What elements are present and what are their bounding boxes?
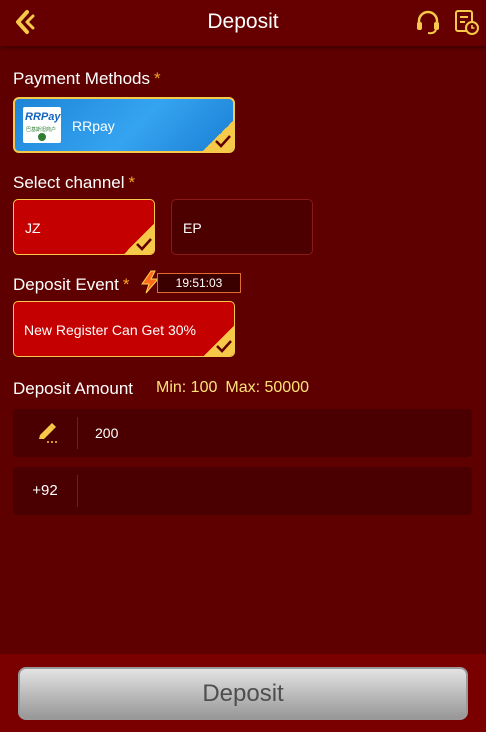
input-divider (77, 417, 78, 449)
selected-check-corner (204, 326, 234, 356)
payment-methods-label-text: Payment Methods (13, 69, 151, 88)
deposit-amount-label: Deposit Amount (13, 379, 134, 398)
max-amount: Max: 50000 (225, 379, 309, 396)
amount-limits: Min: 100 Max: 50000 (156, 379, 317, 397)
payment-methods-label: Payment Methods * (13, 69, 161, 89)
select-channel-label-text: Select channel (13, 173, 125, 192)
channel-name: EP (183, 220, 202, 236)
headset-icon[interactable] (414, 8, 442, 36)
deposit-submit-button[interactable]: Deposit (18, 667, 468, 720)
history-icon[interactable] (452, 8, 480, 36)
select-channel-label: Select channel * (13, 173, 135, 193)
bottom-action-bar: Deposit (0, 654, 486, 732)
deposit-amount-input[interactable] (85, 409, 465, 457)
channel-name: JZ (25, 220, 41, 236)
rrpay-logo: RRPay 巴基斯坦商户 (23, 107, 61, 143)
selected-check-corner (203, 121, 233, 151)
input-divider (77, 475, 78, 507)
deposit-event-text: New Register Can Get 30% (24, 322, 196, 338)
rrpay-logo-text: RRPay (25, 111, 61, 123)
event-countdown-timer: 19:51:03 (157, 273, 241, 293)
payment-method-name: RRpay (72, 118, 115, 134)
deposit-event-option[interactable]: New Register Can Get 30% (13, 301, 235, 357)
country-code-prefix: +92 (32, 482, 58, 499)
required-mark: * (128, 173, 136, 192)
deposit-event-label: Deposit Event * (13, 275, 129, 295)
pencil-icon (35, 421, 59, 445)
min-amount: Min: 100 (156, 379, 218, 396)
rrpay-logo-subtext: 巴基斯坦商户 (26, 127, 57, 133)
deposit-event-label-text: Deposit Event (13, 275, 119, 294)
app-header: Deposit (0, 0, 486, 46)
required-mark: * (122, 275, 130, 294)
channel-option-ep[interactable]: EP (171, 199, 313, 255)
channel-option-jz[interactable]: JZ (13, 199, 155, 255)
phone-input-row: +92 (13, 467, 472, 515)
check-icon (215, 135, 231, 148)
amount-input-row (13, 409, 472, 457)
selected-check-corner (124, 224, 154, 254)
rrpay-logo-dot (38, 133, 46, 141)
check-icon (136, 238, 152, 251)
phone-number-input[interactable] (85, 467, 465, 515)
required-mark: * (154, 69, 161, 88)
check-icon (216, 340, 232, 353)
payment-method-card-rrpay[interactable]: RRPay 巴基斯坦商户 RRpay (13, 97, 235, 153)
